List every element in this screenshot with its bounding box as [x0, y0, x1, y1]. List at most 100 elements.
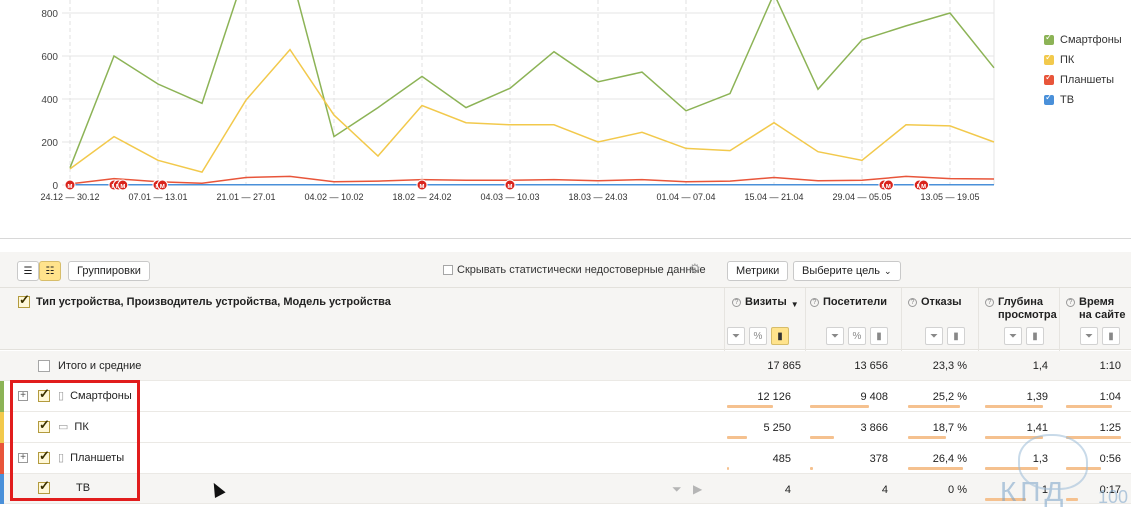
y-tick-label: 600 — [41, 52, 58, 63]
hide-unreliable-label: Скрывать статистически недостоверные дан… — [457, 264, 706, 276]
depth-column-tools: ⏷ ▮ — [1004, 327, 1048, 345]
legend-item-pc[interactable]: ПК — [1044, 50, 1122, 70]
filter-icon[interactable]: ⏷ — [1004, 327, 1022, 345]
select-all-checkbox[interactable] — [18, 292, 30, 308]
y-tick-label: 400 — [41, 95, 58, 106]
column-label: Время — [1079, 296, 1115, 308]
legend-label: ПК — [1060, 54, 1075, 66]
annotation-marker-label: м — [921, 183, 926, 190]
list-view-button[interactable]: ☰ — [17, 261, 39, 281]
legend-item-smartphones[interactable]: Смартфоны — [1044, 30, 1122, 50]
table-row[interactable]: ▭ ПК 5 250 3 866 18,7 % 1,41 1:25 — [0, 412, 1131, 443]
annotation-marker-label: м — [507, 183, 512, 190]
percent-icon[interactable]: % — [749, 327, 767, 345]
annotation-marker-label: м — [120, 183, 125, 190]
column-header-bounces[interactable]: ? Отказы — [908, 296, 962, 309]
column-header-visits[interactable]: ? Визиты ▼ — [732, 296, 799, 311]
cell-depth: 1,39 — [1026, 391, 1048, 403]
cell-visitors: 9 408 — [860, 391, 888, 403]
highlight-frame — [10, 380, 140, 501]
hide-unreliable-toggle[interactable]: Скрывать статистически недостоверные дан… — [443, 264, 706, 276]
legend-label: Смартфоны — [1060, 34, 1122, 46]
metric-bar — [727, 467, 729, 470]
series-line-2 — [69, 175, 995, 185]
totals-visits: 17 865 — [767, 360, 801, 372]
metric-bar — [908, 436, 946, 439]
metric-bar — [1066, 405, 1112, 408]
y-tick-label: 800 — [41, 9, 58, 20]
column-label: Визиты — [745, 296, 787, 308]
column-header-visitors[interactable]: ? Посетители — [810, 296, 887, 309]
totals-bounces: 23,3 % — [932, 360, 967, 372]
help-icon[interactable]: ? — [908, 298, 917, 307]
play-icon[interactable]: ▶ — [693, 482, 702, 496]
series-line-0 — [69, 0, 995, 169]
legend-item-tablets[interactable]: Планшеты — [1044, 70, 1122, 90]
x-tick-label: 15.04 — 21.04 — [744, 192, 803, 202]
help-icon[interactable]: ? — [985, 298, 994, 307]
gear-icon[interactable]: ⚙ — [689, 262, 702, 275]
x-tick-label: 13.05 — 19.05 — [920, 192, 979, 202]
filter-icon[interactable]: ⏷ — [925, 327, 943, 345]
bars-icon[interactable]: ▮ — [870, 327, 888, 345]
annotation-marker-label: м — [160, 183, 165, 190]
totals-label: Итого и средние — [58, 360, 142, 372]
tree-view-button[interactable]: ☷ — [39, 261, 61, 281]
bars-icon[interactable]: ▮ — [1102, 327, 1120, 345]
help-icon[interactable]: ? — [1066, 298, 1075, 307]
filter-icon[interactable]: ⏷ — [727, 327, 745, 345]
chevron-down-icon: ⌄ — [883, 265, 892, 276]
x-tick-label: 04.02 — 10.02 — [304, 192, 363, 202]
legend-item-tv[interactable]: ТВ — [1044, 90, 1122, 110]
metrics-button[interactable]: Метрики — [727, 261, 789, 281]
legend-check-icon — [1044, 72, 1054, 85]
hide-unreliable-checkbox[interactable] — [443, 265, 453, 275]
x-tick-label: 18.02 — 24.02 — [392, 192, 451, 202]
annotation-marker-label: м — [67, 183, 72, 190]
x-tick-label: 07.01 — 13.01 — [128, 192, 187, 202]
groupings-button[interactable]: Группировки — [68, 261, 150, 281]
visits-column-tools: ⏷ % ▮ — [727, 327, 793, 345]
column-header-depth[interactable]: ? Глубина просмотра — [985, 296, 1057, 322]
column-label: Глубина — [998, 296, 1043, 308]
totals-checkbox[interactable] — [38, 360, 50, 372]
line-chart-svg: 0 200 400 600 800 24.12 — 30.12 07.01 — 13.01 2… — [40, 0, 995, 202]
percent-icon[interactable]: % — [848, 327, 866, 345]
cell-visits: 485 — [772, 453, 791, 465]
series-color-strip — [0, 443, 4, 474]
help-icon[interactable]: ? — [810, 298, 819, 307]
column-label-line2: просмотра — [998, 309, 1057, 321]
time-column-tools: ⏷ ▮ — [1080, 327, 1124, 345]
series-color-strip — [0, 474, 4, 504]
dimension-header-label: Тип устройства, Производитель устройства… — [36, 296, 391, 308]
cell-bounces: 25,2 % — [932, 391, 967, 403]
filter-icon[interactable]: ⏷ — [826, 327, 844, 345]
bars-icon[interactable]: ▮ — [1026, 327, 1044, 345]
filter-icon[interactable]: ⏷ — [672, 482, 682, 496]
x-tick-label: 24.12 — 30.12 — [40, 192, 99, 202]
cell-visitors: 378 — [869, 453, 888, 465]
x-tick-label: 18.03 — 24.03 — [568, 192, 627, 202]
x-tick-label: 29.04 — 05.05 — [832, 192, 891, 202]
row-actions: ⏷ ▶ — [672, 482, 702, 497]
legend-check-icon — [1044, 32, 1054, 45]
cell-visitors: 3 866 — [860, 422, 888, 434]
watermark-text: КПД — [1000, 476, 1068, 507]
goal-select[interactable]: Выберите цель ⌄ — [793, 261, 901, 281]
totals-visitors: 13 656 — [854, 360, 888, 372]
bars-icon[interactable]: ▮ — [771, 327, 789, 345]
watermark-logo: КПД 100 — [1000, 434, 1128, 507]
filter-icon[interactable]: ⏷ — [1080, 327, 1098, 345]
table-row[interactable]: ТВ 4 4 0 % 1 0:17 — [0, 474, 1131, 504]
cell-bounces: 0 % — [948, 484, 967, 496]
metric-bar — [810, 405, 869, 408]
cell-bounces: 26,4 % — [932, 453, 967, 465]
table-row[interactable]: + ▯ Смартфоны 12 126 9 408 25,2 % 1,39 1… — [0, 381, 1131, 412]
cell-visits: 5 250 — [763, 422, 791, 434]
legend-check-icon — [1044, 92, 1054, 105]
column-header-time[interactable]: ? Время на сайте — [1066, 296, 1125, 322]
column-label: Посетители — [823, 296, 887, 308]
x-tick-label: 21.01 — 27.01 — [216, 192, 275, 202]
help-icon[interactable]: ? — [732, 298, 741, 307]
bars-icon[interactable]: ▮ — [947, 327, 965, 345]
